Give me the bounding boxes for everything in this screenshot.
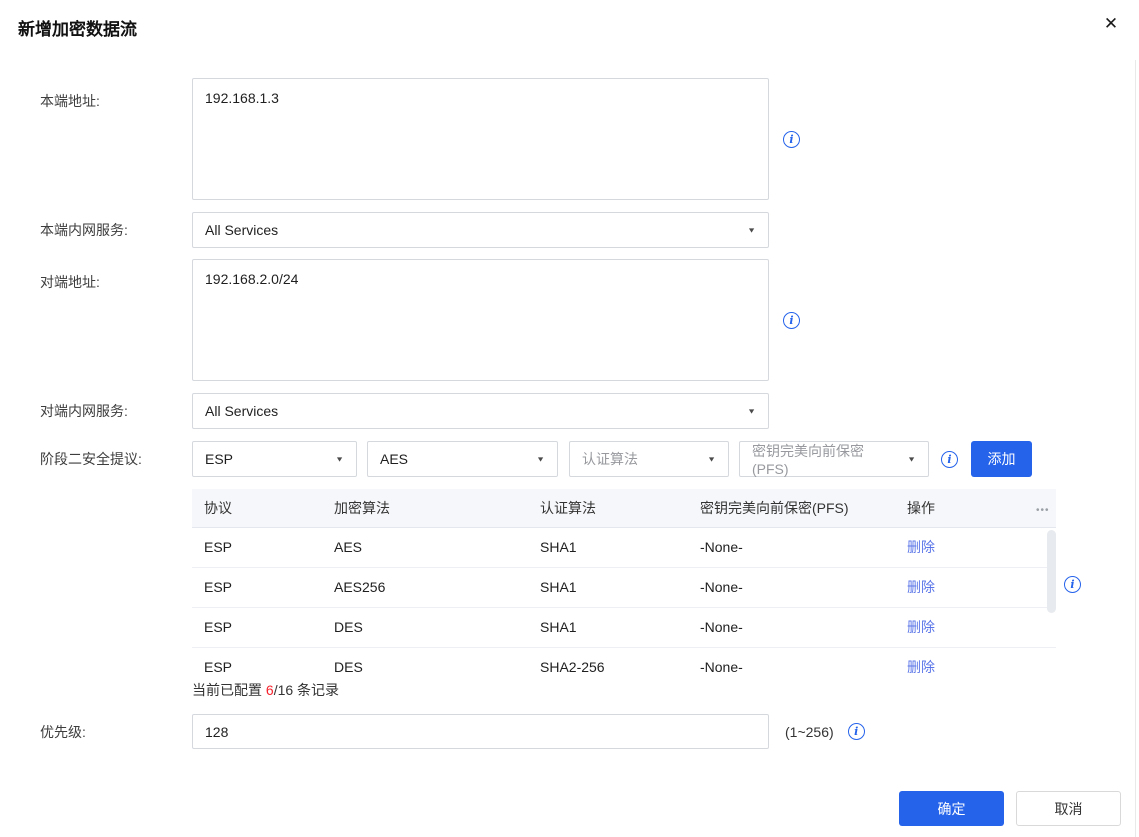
flow-form: 本端地址: 192.168.1.3 i 本端内网服务: All Services… <box>40 78 1115 749</box>
dialog-footer: 确定 取消 <box>899 791 1121 826</box>
chevron-down-icon: ▼ <box>747 407 756 415</box>
cell-protocol: ESP <box>192 647 322 673</box>
local-address-textarea[interactable]: 192.168.1.3 <box>192 78 769 200</box>
local-service-select[interactable]: All Services ▼ <box>192 212 769 248</box>
table-scrollbar[interactable] <box>1047 530 1056 613</box>
cell-pfs: -None- <box>688 527 895 568</box>
encryption-select[interactable]: AES ▼ <box>367 441 558 477</box>
protocol-select[interactable]: ESP ▼ <box>192 441 357 477</box>
count-suffix: /16 条记录 <box>273 682 340 698</box>
cell-encryption: AES256 <box>322 567 528 608</box>
peer-service-row: 对端内网服务: All Services ▼ <box>40 393 1115 429</box>
delete-link[interactable]: 删除 <box>907 659 935 673</box>
protocol-value: ESP <box>205 451 234 467</box>
local-service-row: 本端内网服务: All Services ▼ <box>40 212 1115 248</box>
priority-label: 优先级: <box>40 723 86 740</box>
local-service-label: 本端内网服务: <box>40 222 128 238</box>
peer-service-select[interactable]: All Services ▼ <box>192 393 769 429</box>
peer-address-row: 对端地址: 192.168.2.0/24 i <box>40 259 1115 381</box>
priority-row: 优先级: (1~256) i <box>40 714 1115 749</box>
pfs-placeholder: 密钥完美向前保密(PFS) <box>752 443 864 477</box>
cancel-button[interactable]: 取消 <box>1016 791 1121 826</box>
cell-encryption: DES <box>322 607 528 648</box>
header-pfs: 密钥完美向前保密(PFS) <box>688 489 895 528</box>
pfs-select[interactable]: 密钥完美向前保密(PFS) ▼ <box>739 441 929 477</box>
chevron-down-icon: ▼ <box>536 455 545 463</box>
count-prefix: 当前已配置 <box>192 682 266 698</box>
proposal-label: 阶段二安全提议: <box>40 451 142 467</box>
table-row: ESP AES SHA1 -None- 删除 <box>192 527 1056 568</box>
cell-protocol: ESP <box>192 607 322 648</box>
header-action: 操作 <box>895 489 1032 528</box>
cell-encryption: DES <box>322 647 528 673</box>
cell-pfs: -None- <box>688 567 895 608</box>
add-proposal-button[interactable]: 添加 <box>971 441 1032 477</box>
chevron-down-icon: ▼ <box>335 455 344 463</box>
record-count: 当前已配置 6/16 条记录 <box>192 680 1115 700</box>
chevron-down-icon: ▼ <box>707 455 716 463</box>
peer-address-label: 对端地址: <box>40 274 100 290</box>
close-icon[interactable]: ✕ <box>1100 13 1122 35</box>
info-icon[interactable]: i <box>847 723 865 740</box>
cell-auth: SHA1 <box>528 567 688 608</box>
dialog-title: 新增加密数据流 <box>18 20 137 39</box>
priority-range-hint: (1~256) <box>785 723 834 740</box>
add-encrypted-flow-dialog: 新增加密数据流 ✕ 本端地址: 192.168.1.3 i 本端内网服务: Al… <box>0 0 1139 837</box>
cell-protocol: ESP <box>192 567 322 608</box>
local-service-value: All Services <box>205 222 279 238</box>
info-icon[interactable]: i <box>1064 576 1081 593</box>
table-row: ESP AES256 SHA1 -None- 删除 <box>192 567 1056 608</box>
table-header-row: 协议 加密算法 认证算法 密钥完美向前保密(PFS) 操作 ••• <box>192 489 1056 528</box>
local-address-label: 本端地址: <box>40 93 100 109</box>
proposal-row: 阶段二安全提议: ESP ▼ AES ▼ 认证算法 ▼ 密钥完美向前保密(PFS… <box>40 441 1115 477</box>
cell-auth: SHA2-256 <box>528 647 688 673</box>
delete-link[interactable]: 删除 <box>907 619 935 635</box>
info-icon[interactable]: i <box>783 311 800 329</box>
header-auth: 认证算法 <box>528 489 688 528</box>
cell-pfs: -None- <box>688 607 895 648</box>
column-settings-icon[interactable]: ••• <box>1036 505 1050 516</box>
dialog-scroll-track <box>1135 60 1136 837</box>
delete-link[interactable]: 删除 <box>907 579 935 595</box>
encryption-value: AES <box>380 451 409 467</box>
cell-pfs: -None- <box>688 647 895 673</box>
priority-input[interactable] <box>192 714 769 749</box>
peer-service-value: All Services <box>205 403 279 419</box>
table-row: ESP DES SHA1 -None- 删除 <box>192 607 1056 648</box>
delete-link[interactable]: 删除 <box>907 539 935 555</box>
cell-auth: SHA1 <box>528 527 688 568</box>
proposal-table: 协议 加密算法 认证算法 密钥完美向前保密(PFS) 操作 ••• ESP AE… <box>192 489 1056 673</box>
table-row: ESP DES SHA2-256 -None- 删除 <box>192 647 1056 673</box>
cell-encryption: AES <box>322 527 528 568</box>
chevron-down-icon: ▼ <box>747 226 756 234</box>
peer-service-label: 对端内网服务: <box>40 403 128 419</box>
info-icon[interactable]: i <box>783 130 800 148</box>
cell-auth: SHA1 <box>528 607 688 648</box>
peer-address-textarea[interactable]: 192.168.2.0/24 <box>192 259 769 381</box>
local-address-row: 本端地址: 192.168.1.3 i <box>40 78 1115 200</box>
count-current: 6 <box>265 682 274 698</box>
info-icon[interactable]: i <box>941 450 958 468</box>
auth-algorithm-placeholder: 认证算法 <box>582 451 638 467</box>
ok-button[interactable]: 确定 <box>899 791 1004 826</box>
cell-protocol: ESP <box>192 527 322 568</box>
header-protocol: 协议 <box>192 489 322 528</box>
header-encryption: 加密算法 <box>322 489 528 528</box>
auth-algorithm-select[interactable]: 认证算法 ▼ <box>569 441 729 477</box>
chevron-down-icon: ▼ <box>907 455 916 463</box>
